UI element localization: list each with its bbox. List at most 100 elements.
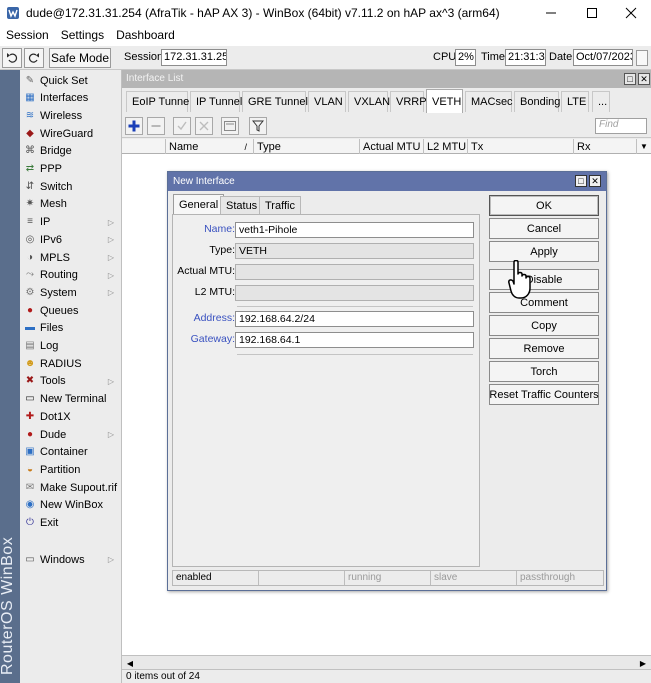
column-flags[interactable] <box>122 139 166 154</box>
name-field[interactable]: veth1-Pihole <box>235 222 474 238</box>
remove-button[interactable] <box>147 117 165 135</box>
undo-button[interactable] <box>2 48 22 68</box>
sidebar-item-new-winbox[interactable]: ◉ New WinBox <box>20 497 122 514</box>
close-icon[interactable]: ✕ <box>589 175 601 187</box>
tab-veth[interactable]: VETH <box>426 89 463 113</box>
sidebar-item-routing[interactable]: ⤳ Routing ▷ <box>20 267 122 284</box>
scroll-right-icon[interactable]: ▶ <box>637 657 649 669</box>
torch-button[interactable]: Torch <box>489 361 599 382</box>
hide-passwords-checkbox[interactable] <box>636 50 648 66</box>
column-type[interactable]: Type <box>254 139 360 154</box>
tab-more[interactable]: ... <box>592 91 610 112</box>
redo-button[interactable] <box>24 48 44 68</box>
menu-settings[interactable]: Settings <box>61 28 104 42</box>
restore-icon[interactable]: □ <box>575 175 587 187</box>
gateway-field[interactable]: 192.168.64.1 <box>235 332 474 348</box>
winbox-app-icon <box>7 7 19 19</box>
tab-vrrp[interactable]: VRRP <box>390 91 427 112</box>
actual-mtu-field <box>235 264 474 280</box>
minimize-icon[interactable] <box>531 0 571 26</box>
sidebar-item-interfaces[interactable]: ▦ Interfaces <box>20 90 122 107</box>
sidebar-item-files[interactable]: ▬ Files <box>20 320 122 337</box>
sidebar-item-label: IPv6 <box>40 233 63 246</box>
l2-mtu-label: L2 MTU: <box>194 286 235 298</box>
address-field[interactable]: 192.168.64.2/24 <box>235 311 474 327</box>
ok-button[interactable]: OK <box>489 195 599 216</box>
sidebar-item-quick-set[interactable]: ✎ Quick Set <box>20 72 122 89</box>
sidebar-item-log[interactable]: ▤ Log <box>20 338 122 355</box>
column-name[interactable]: Name / <box>166 139 254 154</box>
sidebar-item-bridge[interactable]: ⌘ Bridge <box>20 143 122 160</box>
sidebar-item-label: New WinBox <box>40 499 103 512</box>
tab-lte[interactable]: LTE <box>561 91 589 112</box>
dialog-status-bar: enabled running slave passthrough <box>172 570 604 586</box>
enable-button[interactable] <box>173 117 191 135</box>
tab-status[interactable]: Status <box>220 196 264 215</box>
reset-traffic-counters-button[interactable]: Reset Traffic Counters <box>489 384 599 405</box>
tab-eoip-tunnel[interactable]: EoIP Tunnel <box>126 91 192 112</box>
sidebar-item-tools[interactable]: ✖ Tools ▷ <box>20 373 122 390</box>
sidebar-item-dot1x[interactable]: ✚ Dot1X <box>20 408 122 425</box>
sidebar-item-ip[interactable]: ≡ IP ▷ <box>20 214 122 231</box>
comment-button[interactable] <box>221 117 239 135</box>
tab-gre-tunnel[interactable]: GRE Tunnel <box>242 91 308 112</box>
restore-icon[interactable]: □ <box>624 73 636 85</box>
sidebar-item-new-terminal[interactable]: ▭ New Terminal <box>20 391 122 408</box>
close-icon[interactable]: ✕ <box>638 73 650 85</box>
sidebar-item-wireguard[interactable]: ◆ WireGuard <box>20 125 122 142</box>
divider <box>237 306 473 307</box>
ipv6-icon: ◎ <box>25 233 35 245</box>
sidebar-item-partition[interactable]: ◒ Partition <box>20 461 122 478</box>
tab-vlan[interactable]: VLAN <box>308 91 346 112</box>
column-rx[interactable]: Rx <box>574 139 637 154</box>
horizontal-scrollbar[interactable]: ◀ ▶ <box>122 655 651 669</box>
session-field[interactable]: 172.31.31.254 <box>161 49 227 66</box>
sidebar-item-dude[interactable]: ● Dude ▷ <box>20 426 122 443</box>
mpls-icon: ◑ <box>26 251 34 263</box>
add-button[interactable] <box>125 117 143 135</box>
sidebar-item-wireless[interactable]: ≋ Wireless <box>20 107 122 124</box>
close-icon[interactable] <box>611 0 651 26</box>
tab-ip-tunnel[interactable]: IP Tunnel <box>190 91 242 112</box>
menu-session[interactable]: Session <box>6 28 49 42</box>
scroll-left-icon[interactable]: ◀ <box>124 657 136 669</box>
filter-button[interactable] <box>249 117 267 135</box>
column-menu-arrow[interactable]: ▼ <box>637 139 651 154</box>
sidebar-item-ppp[interactable]: ⇄ PPP <box>20 161 122 178</box>
sidebar-item-mesh[interactable]: ✷ Mesh <box>20 196 122 213</box>
tab-general[interactable]: General <box>173 194 225 215</box>
sidebar-item-mpls[interactable]: ◑ MPLS ▷ <box>20 249 122 266</box>
column-tx[interactable]: Tx <box>468 139 574 154</box>
window-title: dude@172.31.31.254 (AfraTik - hAP AX 3) … <box>26 6 500 20</box>
sidebar-item-ipv6[interactable]: ◎ IPv6 ▷ <box>20 231 122 248</box>
disable-button[interactable]: Disable <box>489 269 599 290</box>
copy-button[interactable]: Copy <box>489 315 599 336</box>
tab-bonding[interactable]: Bonding <box>514 91 560 112</box>
sidebar-item-container[interactable]: ▣ Container <box>20 444 122 461</box>
apply-button[interactable]: Apply <box>489 241 599 262</box>
column-actual-mtu[interactable]: Actual MTU <box>360 139 424 154</box>
sidebar-item-label: WireGuard <box>40 127 94 140</box>
sidebar-item-switch[interactable]: ⇵ Switch <box>20 178 122 195</box>
sidebar-item-queues[interactable]: ● Queues <box>20 302 122 319</box>
column-l2-mtu[interactable]: L2 MTU <box>424 139 468 154</box>
tab-vxlan[interactable]: VXLAN <box>348 91 390 112</box>
find-input[interactable]: Find <box>595 118 647 134</box>
sidebar-item-make-supout-rif[interactable]: ✉ Make Supout.rif <box>20 479 122 496</box>
dialog-titlebar: New Interface □ ✕ <box>168 172 606 191</box>
name-label: Name: <box>204 223 235 235</box>
maximize-icon[interactable] <box>572 0 612 26</box>
sidebar-item-exit[interactable]: ⏻ Exit <box>20 515 122 532</box>
sidebar-item-radius[interactable]: ☻ RADIUS <box>20 355 122 372</box>
disable-button[interactable] <box>195 117 213 135</box>
sidebar-item-system[interactable]: ⚙ System ▷ <box>20 284 122 301</box>
comment-button[interactable]: Comment <box>489 292 599 313</box>
tab-macsec[interactable]: MACsec <box>465 91 513 112</box>
column-header: Name / Type Actual MTU L2 MTU Tx Rx ▼ <box>122 139 651 154</box>
menu-dashboard[interactable]: Dashboard <box>116 28 175 42</box>
safe-mode-button[interactable]: Safe Mode <box>49 48 111 68</box>
remove-button[interactable]: Remove <box>489 338 599 359</box>
sidebar-item-windows[interactable]: ▭ Windows ▷ <box>20 551 122 568</box>
cancel-button[interactable]: Cancel <box>489 218 599 239</box>
tab-traffic[interactable]: Traffic <box>259 196 301 215</box>
